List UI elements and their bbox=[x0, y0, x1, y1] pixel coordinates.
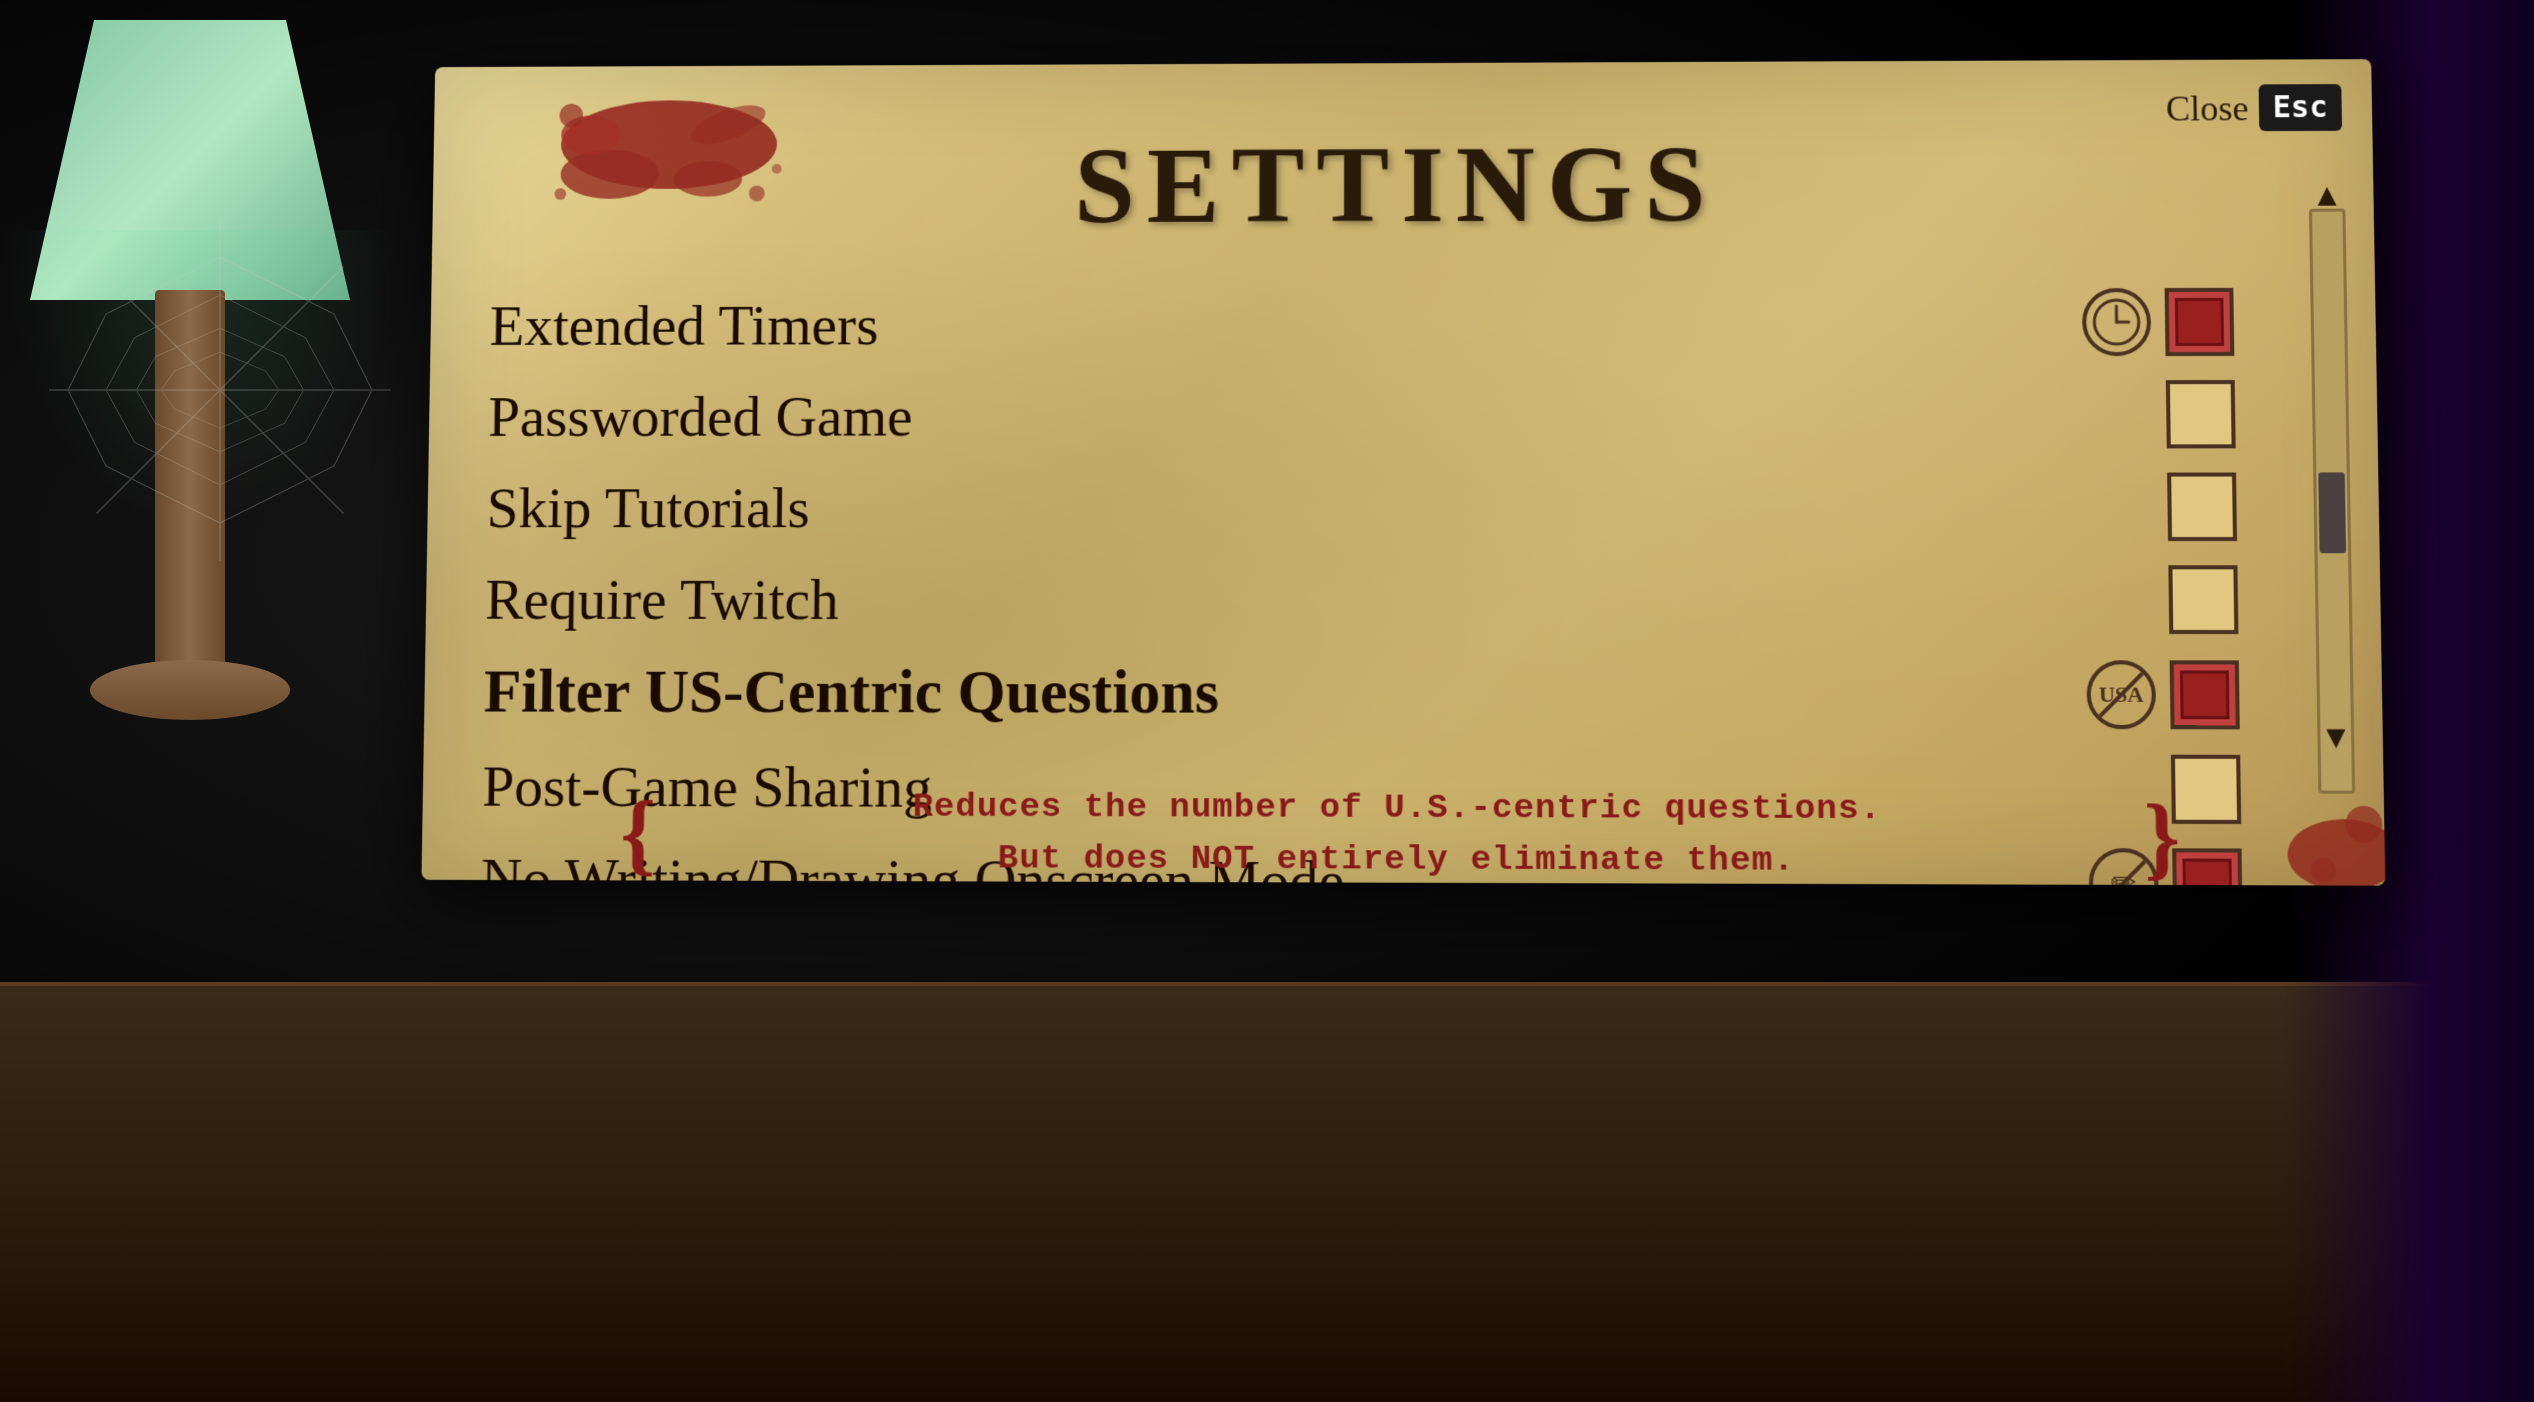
skip-tutorials-label: Skip Tutorials bbox=[486, 474, 810, 541]
skip-tutorials-checkbox[interactable] bbox=[2167, 473, 2237, 542]
description-text: Reduces the number of U.S.-centric quest… bbox=[580, 782, 2222, 886]
settings-item-extended-timers: Extended Timers bbox=[489, 276, 2316, 371]
desk-surface bbox=[0, 982, 2534, 1402]
filter-us-centric-checkbox[interactable] bbox=[2170, 660, 2240, 729]
require-twitch-checkbox[interactable] bbox=[2168, 565, 2238, 634]
settings-title: SETTINGS bbox=[491, 119, 2314, 250]
filter-us-centric-label: Filter US-Centric Questions bbox=[483, 657, 1219, 729]
settings-item-require-twitch: Require Twitch bbox=[485, 553, 2320, 646]
require-twitch-label: Require Twitch bbox=[485, 565, 839, 632]
description-line2: But does NOT entirely eliminate them. bbox=[998, 840, 1795, 881]
settings-item-skip-tutorials: Skip Tutorials bbox=[486, 460, 2318, 553]
lamp-foot bbox=[90, 660, 290, 720]
extended-timers-right bbox=[2082, 288, 2235, 356]
spiderweb-decoration bbox=[30, 200, 410, 580]
scroll-thumb[interactable] bbox=[2318, 472, 2346, 553]
require-twitch-right bbox=[2168, 565, 2238, 634]
scroll-down-button[interactable]: ▼ bbox=[2317, 718, 2354, 755]
skip-tutorials-right bbox=[2167, 473, 2237, 542]
filter-us-centric-right: USA bbox=[2086, 660, 2240, 729]
extended-timers-checkbox[interactable] bbox=[2165, 288, 2235, 356]
passworded-game-checkbox[interactable] bbox=[2166, 380, 2236, 448]
settings-item-filter-us-centric: Filter US-Centric Questions USA bbox=[483, 645, 2322, 743]
brace-left: { bbox=[620, 781, 657, 885]
settings-item-passworded-game: Passworded Game bbox=[488, 368, 2318, 462]
extended-timers-label: Extended Timers bbox=[489, 291, 879, 358]
clock-icon bbox=[2082, 288, 2152, 356]
scroll-up-button[interactable]: ▲ bbox=[2308, 177, 2345, 213]
passworded-game-label: Passworded Game bbox=[488, 382, 913, 449]
no-usa-icon: USA bbox=[2086, 660, 2156, 729]
no-usa-slash bbox=[2086, 660, 2156, 729]
scroll-down-arrow-icon: ▼ bbox=[2319, 718, 2352, 756]
description-line1: Reduces the number of U.S.-centric quest… bbox=[913, 789, 1882, 830]
description-box: { Reduces the number of U.S.-centric que… bbox=[580, 782, 2222, 886]
brace-right: } bbox=[2143, 785, 2181, 886]
settings-panel: Close Esc SETTINGS Extended Timers bbox=[421, 59, 2385, 886]
passworded-game-right bbox=[2166, 380, 2236, 448]
